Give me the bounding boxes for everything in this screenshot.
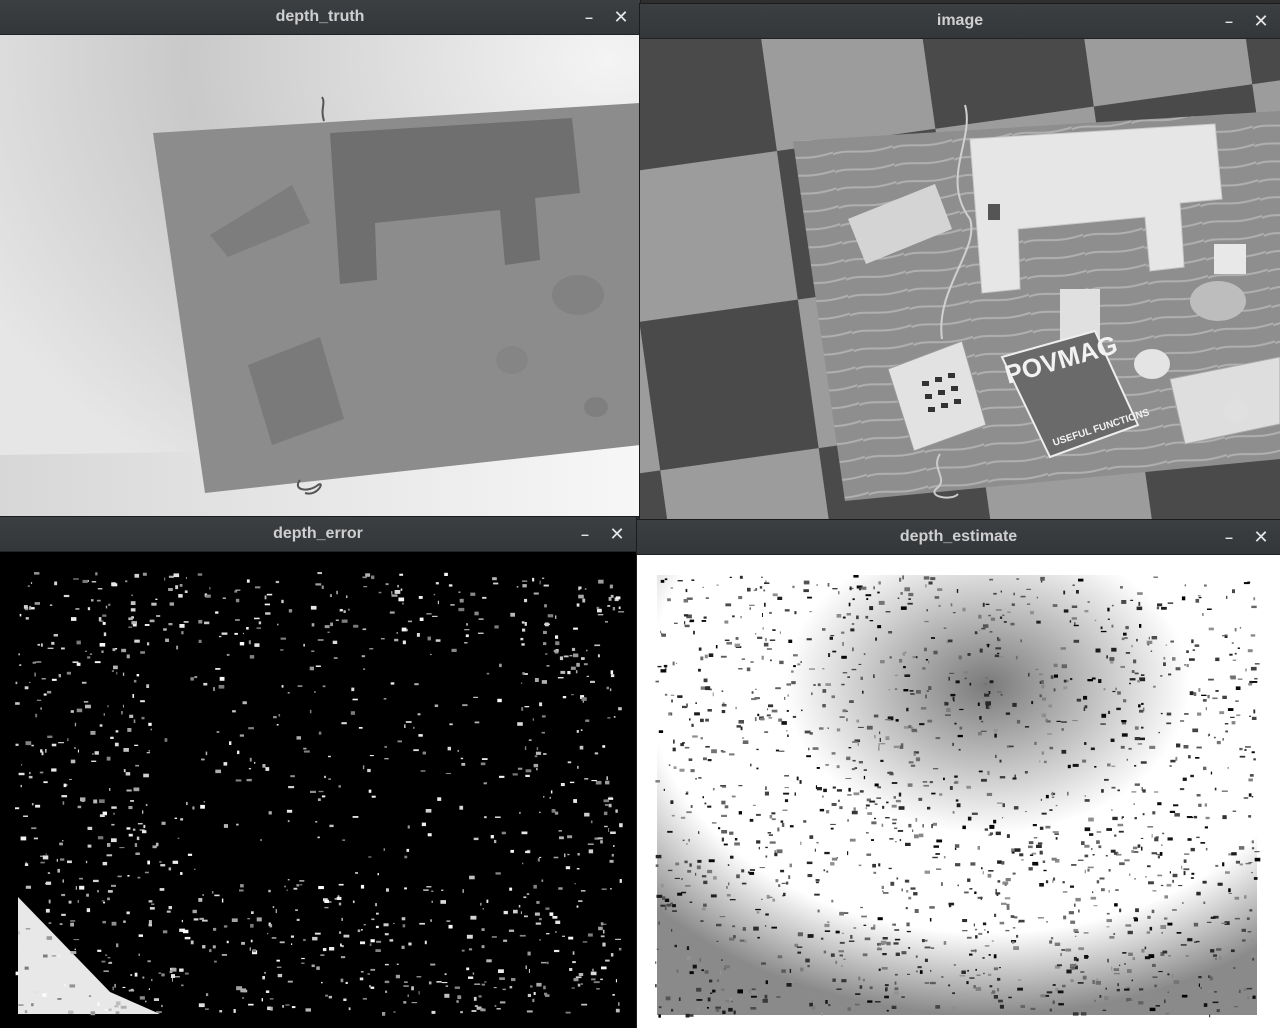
close-icon[interactable]: ✕ [610,0,632,34]
depth-estimate-title: depth_estimate [899,528,1018,545]
minimize-icon[interactable]: – [1218,4,1240,38]
depth-estimate-window: depth_estimate – ✕ [637,520,1280,1028]
depth-truth-canvas [0,35,640,516]
minimize-icon[interactable]: – [574,517,596,551]
depth-estimate-titlebar[interactable]: depth_estimate – ✕ [637,520,1280,555]
minimize-icon[interactable]: – [578,0,600,34]
close-icon[interactable]: ✕ [1250,4,1272,38]
apple [1224,399,1248,423]
depth-error-titlebar[interactable]: depth_error – ✕ [0,517,636,552]
image-canvas: POVMAG USEFUL FUNCTIONS [640,39,1280,520]
depth-error-window: depth_error – ✕ [0,517,636,1028]
close-icon[interactable]: ✕ [1250,520,1272,554]
can [1190,281,1246,321]
depth-estimate-canvas [637,555,1280,1028]
minimize-icon[interactable]: – [1218,520,1240,554]
image-title: image [936,12,984,29]
mug [1134,349,1170,379]
depth-truth-titlebar[interactable]: depth_truth – ✕ [0,0,640,35]
depth-truth-title: depth_truth [275,8,365,25]
depth-error-canvas [0,552,636,1028]
image-window: image – ✕ POVMAG USEFUL FUNCTIONS [640,4,1280,520]
depth-truth-window: depth_truth – ✕ [0,0,640,516]
image-titlebar[interactable]: image – ✕ [640,4,1280,39]
depth-error-background [0,552,636,1028]
close-icon[interactable]: ✕ [606,517,628,551]
depth-error-title: depth_error [273,525,363,542]
